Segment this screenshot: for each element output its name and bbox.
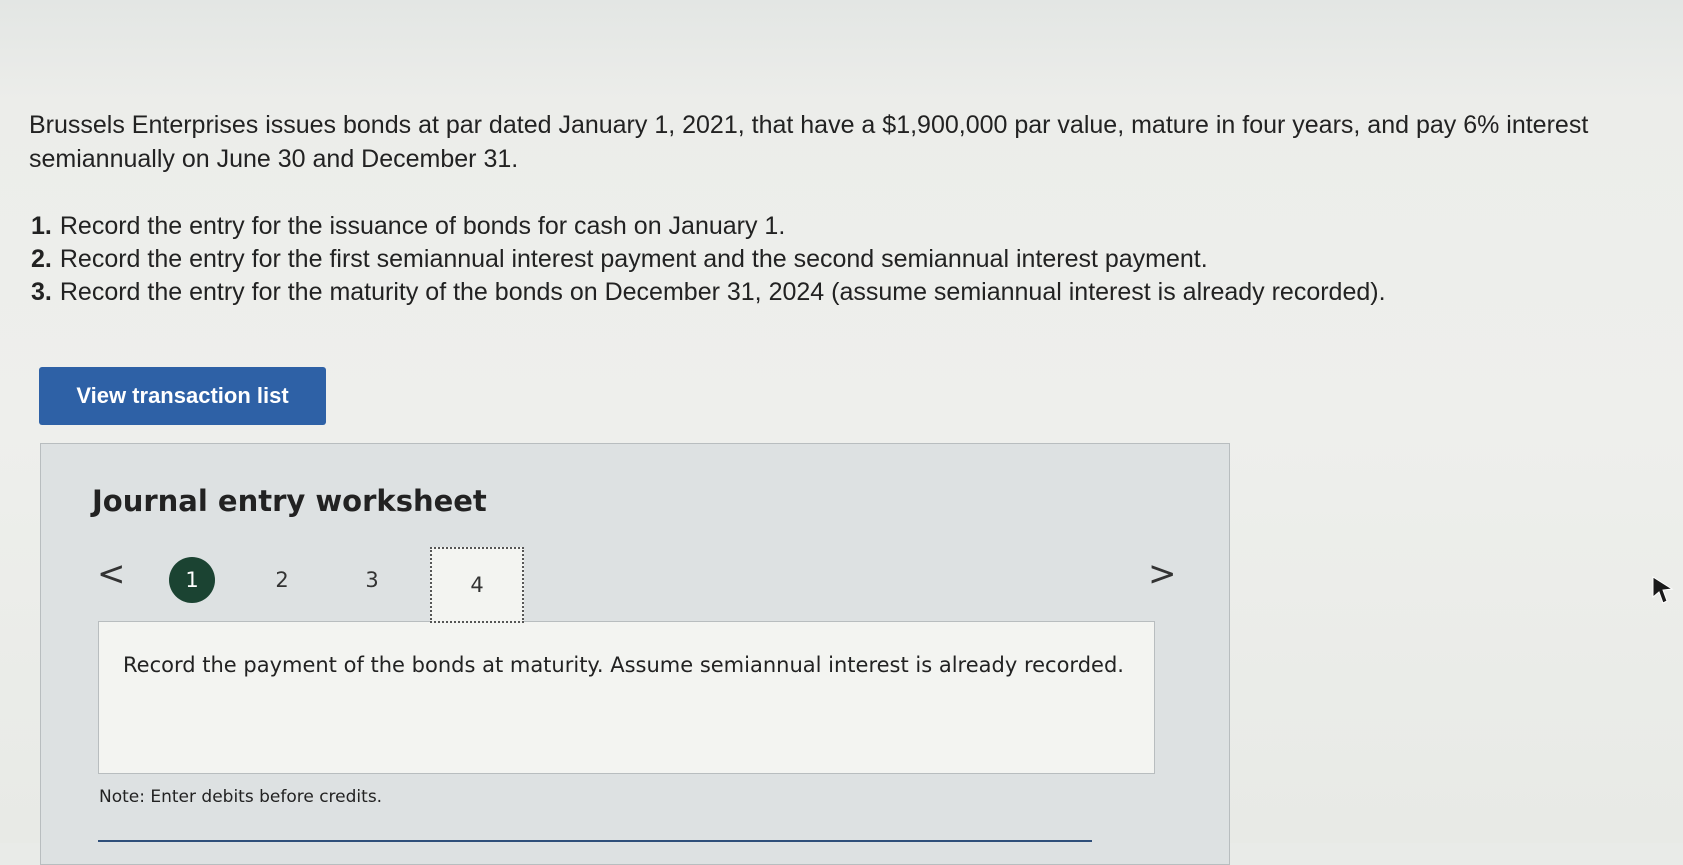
step-4-button[interactable]: 4	[430, 547, 524, 623]
requirement-number: 2.	[31, 245, 52, 273]
divider	[98, 840, 1092, 842]
requirement-item: 2. Record the entry for the first semiann…	[31, 243, 1386, 276]
worksheet-title: Journal entry worksheet	[92, 484, 487, 518]
mouse-pointer-icon	[1652, 576, 1674, 604]
journal-entry-worksheet: Journal entry worksheet < 1 2 3 4 > Reco…	[40, 443, 1230, 865]
chevron-right-icon[interactable]: >	[1148, 554, 1177, 594]
screen: Brussels Enterprises issues bonds at par…	[0, 0, 1683, 865]
note-text: Note: Enter debits before credits.	[99, 787, 383, 807]
requirement-number: 3.	[31, 278, 52, 306]
requirement-number: 1.	[31, 212, 52, 240]
view-transaction-list-button[interactable]: View transaction list	[39, 367, 326, 425]
requirement-text: Record the entry for the issuance of bon…	[59, 212, 786, 240]
step-1-button[interactable]: 1	[169, 557, 215, 603]
chevron-left-icon[interactable]: <	[97, 554, 126, 594]
requirements-list: 1. Record the entry for the issuance of b…	[31, 210, 1386, 309]
problem-text: Brussels Enterprises issues bonds at par…	[29, 111, 1589, 173]
instruction-text: Record the payment of the bonds at matur…	[123, 653, 1124, 677]
requirement-text: Record the entry for the maturity of the…	[59, 278, 1386, 306]
requirement-text: Record the entry for the first semiannua…	[59, 245, 1208, 273]
instruction-panel: Record the payment of the bonds at matur…	[98, 621, 1155, 774]
requirement-item: 1. Record the entry for the issuance of b…	[31, 210, 1386, 243]
problem-statement: Brussels Enterprises issues bonds at par…	[29, 108, 1679, 176]
step-3-button[interactable]: 3	[349, 557, 395, 603]
step-2-button[interactable]: 2	[259, 557, 305, 603]
requirement-item: 3. Record the entry for the maturity of t…	[31, 276, 1386, 309]
